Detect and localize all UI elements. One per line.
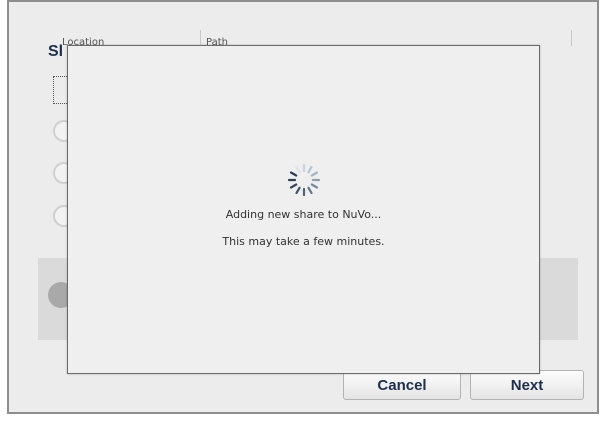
progress-overlay: Adding new share to NuVo... This may tak… [67,45,540,374]
next-button[interactable]: Next [470,370,584,400]
column-header-path[interactable]: Path [206,34,228,45]
cancel-button[interactable]: Cancel [343,370,461,400]
section-title: Sl [48,43,64,60]
column-divider [571,30,572,46]
progress-message: Adding new share to NuVo... [225,208,382,221]
column-divider [200,30,201,46]
progress-detail: This may take a few minutes. [222,235,385,248]
column-header-location[interactable]: Location [62,34,104,45]
spinner-icon [287,163,321,197]
